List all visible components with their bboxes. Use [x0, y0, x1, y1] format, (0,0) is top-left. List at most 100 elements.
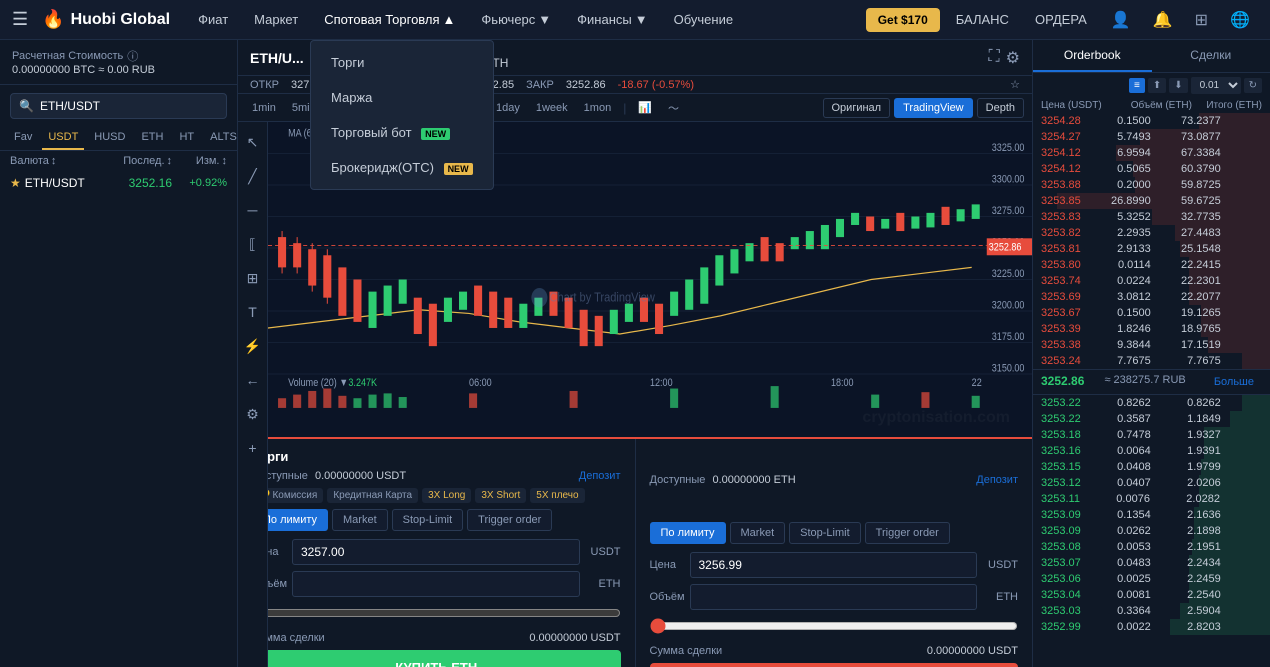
ob-refresh-btn[interactable]: ↻: [1244, 78, 1262, 93]
ob-buy-row[interactable]: 3253.12 0.0407 2.0206: [1033, 475, 1270, 491]
ob-buy-row[interactable]: 3253.22 0.3587 1.1849: [1033, 411, 1270, 427]
ob-sell-row[interactable]: 3253.69 3.0812 22.2077: [1033, 289, 1270, 305]
tab-usdt[interactable]: USDT: [42, 127, 84, 150]
profile-icon[interactable]: 👤: [1103, 10, 1139, 30]
ob-more-link[interactable]: Больше: [1206, 374, 1262, 390]
nav-finance[interactable]: Финансы ▼: [567, 12, 657, 27]
ob-buy-row[interactable]: 3253.22 0.8262 0.8262: [1033, 395, 1270, 411]
ob-buy-row[interactable]: 3253.08 0.0053 2.1951: [1033, 539, 1270, 555]
buy-slider[interactable]: [252, 605, 621, 621]
indicators-icon[interactable]: 〜: [662, 97, 685, 119]
ob-sell-row[interactable]: 3254.12 0.5065 60.3790: [1033, 161, 1270, 177]
ob-sell-row[interactable]: 3253.38 9.3844 17.1519: [1033, 337, 1270, 353]
globe-icon[interactable]: 🌐: [1222, 10, 1258, 30]
view-original[interactable]: Оригинал: [823, 98, 891, 118]
sell-deposit-link[interactable]: Депозит: [976, 474, 1018, 486]
tab-husd[interactable]: HUSD: [88, 127, 131, 150]
ob-sell-row[interactable]: 3254.27 5.7493 73.0877: [1033, 129, 1270, 145]
ob-precision-select[interactable]: 0.01 0.1 1: [1191, 77, 1241, 94]
3x-short-tag[interactable]: 3X Short: [475, 488, 526, 503]
ob-sell-row[interactable]: 3253.67 0.1500 19.1265: [1033, 305, 1270, 321]
text-tool[interactable]: T: [241, 300, 265, 324]
view-tradingview[interactable]: TradingView: [894, 98, 973, 118]
ob-buy-row[interactable]: 3253.11 0.0076 2.0282: [1033, 491, 1270, 507]
market-row-eth[interactable]: ★ ETH/USDT 3252.16 +0.92%: [0, 171, 237, 195]
sell-btn[interactable]: ПРОДАТЬ ETH: [650, 663, 1019, 667]
ob-buy-row[interactable]: 3253.18 0.7478 1.9327: [1033, 427, 1270, 443]
grid-icon[interactable]: ⊞: [1187, 10, 1216, 30]
ob-sell-row[interactable]: 3253.39 1.8246 18.9765: [1033, 321, 1270, 337]
ob-buy-row[interactable]: 3253.15 0.0408 1.9799: [1033, 459, 1270, 475]
ob-buy-btn[interactable]: ⬇: [1169, 78, 1187, 93]
sell-tab-stoplimit[interactable]: Stop-Limit: [789, 522, 861, 544]
deposit-link[interactable]: Депозит: [579, 470, 621, 482]
channel-tool[interactable]: ⟦: [241, 232, 265, 256]
ob-sell-row[interactable]: 3254.28 0.1500 73.2377: [1033, 113, 1270, 129]
tab-orderbook[interactable]: Orderbook: [1033, 40, 1152, 72]
dropdown-trades[interactable]: Торги: [311, 45, 493, 80]
col-currency[interactable]: Валюта ↕: [10, 155, 102, 167]
dropdown-otc[interactable]: Брокеридж(ОТС) NEW: [311, 150, 493, 185]
ob-buy-row[interactable]: 3253.09 0.1354 2.1636: [1033, 507, 1270, 523]
credit-card-tag[interactable]: Кредитная Карта: [327, 488, 418, 503]
ob-buy-row[interactable]: 3253.16 0.0064 1.9391: [1033, 443, 1270, 459]
line-tool[interactable]: ╱: [241, 164, 265, 188]
ob-sell-row[interactable]: 3253.81 2.9133 25.1548: [1033, 241, 1270, 257]
nav-market[interactable]: Маркет: [244, 12, 308, 27]
settings-tool[interactable]: ⚙: [241, 402, 265, 426]
balance-btn[interactable]: БАЛАНС: [946, 12, 1019, 27]
ob-buy-row[interactable]: 3253.09 0.0262 2.1898: [1033, 523, 1270, 539]
hline-tool[interactable]: ─: [241, 198, 265, 222]
ohlc-star-icon[interactable]: ☆: [1010, 78, 1020, 91]
buy-btn[interactable]: КУПИТЬ ETH: [252, 650, 621, 667]
ob-sell-row[interactable]: 3253.83 5.3252 32.7735: [1033, 209, 1270, 225]
sell-slider[interactable]: [650, 618, 1019, 634]
fib-tool[interactable]: ⊞: [241, 266, 265, 290]
tf-1mon[interactable]: 1mon: [578, 99, 618, 117]
nav-education[interactable]: Обучение: [664, 12, 743, 27]
sell-amount-input[interactable]: [690, 584, 978, 610]
fullscreen-icon[interactable]: ⛶: [988, 48, 999, 68]
tab-trades[interactable]: Сделки: [1152, 40, 1270, 72]
ob-sell-row[interactable]: 3253.88 0.2000 59.8725: [1033, 177, 1270, 193]
zoom-tool[interactable]: +: [241, 436, 265, 460]
col-last[interactable]: Послед. ↕: [102, 155, 172, 167]
ob-sell-row[interactable]: 3253.85 26.8990 59.6725: [1033, 193, 1270, 209]
hamburger-icon[interactable]: ☰: [12, 9, 28, 30]
buy-tab-trigger[interactable]: Trigger order: [467, 509, 552, 531]
cta-button[interactable]: Get $170: [866, 8, 940, 32]
bell-icon[interactable]: 🔔: [1145, 10, 1181, 30]
buy-amount-input[interactable]: [292, 571, 580, 597]
ob-sell-row[interactable]: 3253.82 2.2935 27.4483: [1033, 225, 1270, 241]
5x-tag[interactable]: 5X плечо: [530, 488, 584, 503]
search-wrap[interactable]: 🔍: [10, 93, 227, 119]
ob-buy-row[interactable]: 3252.99 0.0022 2.8203: [1033, 619, 1270, 635]
ob-buy-row[interactable]: 3253.03 0.3364 2.5904: [1033, 603, 1270, 619]
sell-tab-limit[interactable]: По лимиту: [650, 522, 726, 544]
col-change[interactable]: Изм. ↕: [172, 155, 227, 167]
back-tool[interactable]: ←: [241, 368, 265, 392]
ob-sell-row[interactable]: 3253.74 0.0224 22.2301: [1033, 273, 1270, 289]
sell-price-input[interactable]: [690, 552, 978, 578]
dropdown-bot[interactable]: Торговый бот NEW: [311, 115, 493, 150]
sell-tab-trigger[interactable]: Trigger order: [865, 522, 950, 544]
ob-buy-row[interactable]: 3253.07 0.0483 2.2434: [1033, 555, 1270, 571]
buy-tab-market[interactable]: Market: [332, 509, 388, 531]
star-icon[interactable]: ★: [10, 176, 21, 190]
tf-1day[interactable]: 1day: [490, 99, 526, 117]
search-input[interactable]: [40, 99, 218, 113]
settings-icon[interactable]: ⚙: [1006, 48, 1020, 68]
ob-buy-row[interactable]: 3253.06 0.0025 2.2459: [1033, 571, 1270, 587]
ob-sell-row[interactable]: 3254.12 6.9594 67.3384: [1033, 145, 1270, 161]
ob-sell-row[interactable]: 3253.24 7.7675 7.7675: [1033, 353, 1270, 369]
tab-eth[interactable]: ETH: [135, 127, 169, 150]
ob-sell-btn[interactable]: ⬆: [1148, 78, 1166, 93]
buy-tab-stoplimit[interactable]: Stop-Limit: [392, 509, 464, 531]
nav-spot[interactable]: Спотовая Торговля ▲: [314, 12, 465, 27]
nav-futures[interactable]: Фьючерс ▼: [471, 12, 561, 27]
measure-tool[interactable]: ⚡: [241, 334, 265, 358]
orders-btn[interactable]: ОРДЕРА: [1025, 12, 1097, 27]
view-depth[interactable]: Depth: [977, 98, 1024, 118]
cursor-tool[interactable]: ↖: [241, 130, 265, 154]
tab-fav[interactable]: Fav: [8, 127, 38, 150]
